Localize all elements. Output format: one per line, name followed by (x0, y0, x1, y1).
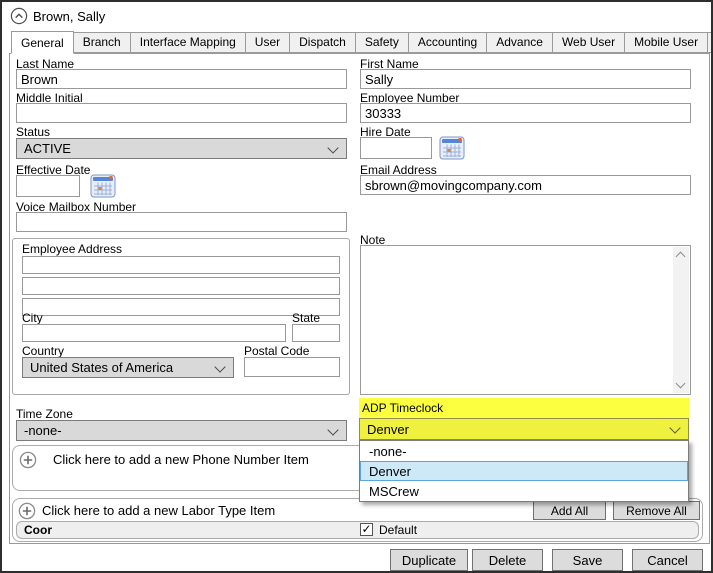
adp-timeclock-label: ADP Timeclock (362, 401, 444, 415)
country-dropdown[interactable]: United States of America (22, 357, 234, 378)
chevron-down-icon (327, 423, 339, 436)
employee-number-input[interactable] (360, 103, 691, 123)
postal-code-label: Postal Code (244, 344, 310, 358)
tab-general[interactable]: General (11, 31, 74, 54)
adp-timeclock-value: Denver (367, 421, 409, 437)
status-label: Status (16, 125, 51, 139)
employee-window: Brown, Sally General Branch Interface Ma… (0, 0, 713, 573)
first-name-input[interactable] (360, 69, 691, 89)
tab-advance[interactable]: Advance (487, 32, 553, 53)
default-checkbox[interactable]: ✓ (360, 523, 373, 536)
remove-all-button[interactable]: Remove All (613, 501, 700, 520)
labor-type-row[interactable] (16, 521, 699, 539)
tab-mobile-user[interactable]: Mobile User (625, 32, 709, 53)
note-textarea[interactable] (360, 245, 691, 395)
city-label: City (22, 311, 43, 325)
address-line2-input[interactable] (22, 277, 340, 295)
tab-dispatch[interactable]: Dispatch (290, 32, 356, 53)
adp-timeclock-dropdown[interactable]: Denver (359, 418, 689, 440)
add-labor-type-label[interactable]: Click here to add a new Labor Type Item (42, 503, 275, 518)
time-zone-label: Time Zone (16, 407, 73, 421)
hire-date-calendar-icon[interactable] (439, 136, 465, 165)
scroll-down-icon[interactable] (675, 378, 686, 389)
option-denver[interactable]: Denver (360, 461, 688, 481)
option-mscrew[interactable]: MSCrew (360, 481, 688, 501)
adp-timeclock-option-list: -none- Denver MSCrew (359, 440, 689, 502)
labor-type-name: Coor (24, 523, 52, 537)
tab-user[interactable]: User (245, 32, 291, 53)
add-all-button[interactable]: Add All (533, 501, 606, 520)
scroll-up-icon[interactable] (675, 251, 686, 262)
time-zone-value: -none- (24, 423, 62, 438)
tab-documents[interactable]: Documents (708, 32, 711, 53)
window-title: Brown, Sally (33, 9, 106, 24)
address-line1-input[interactable] (22, 256, 340, 274)
plus-icon (19, 451, 37, 474)
chevron-down-icon (327, 141, 339, 154)
tab-interface-mapping[interactable]: Interface Mapping (130, 32, 246, 53)
delete-button[interactable]: Delete (472, 549, 543, 571)
state-label: State (292, 311, 321, 325)
option-none[interactable]: -none- (360, 441, 688, 461)
tab-safety[interactable]: Safety (355, 32, 409, 53)
country-value: United States of America (30, 360, 174, 375)
time-zone-dropdown[interactable]: -none- (16, 420, 347, 441)
city-input[interactable] (22, 324, 286, 342)
add-phone-number-label: Click here to add a new Phone Number Ite… (53, 452, 309, 467)
tab-accounting[interactable]: Accounting (408, 32, 488, 53)
cancel-button[interactable]: Cancel (632, 549, 703, 571)
last-name-input[interactable] (16, 69, 347, 89)
employee-address-label: Employee Address (22, 242, 123, 256)
hire-date-input[interactable] (360, 137, 432, 159)
duplicate-button[interactable]: Duplicate (390, 549, 468, 571)
tab-web-user[interactable]: Web User (552, 32, 626, 53)
country-label: Country (22, 344, 65, 358)
middle-initial-input[interactable] (16, 103, 347, 123)
effective-date-calendar-icon[interactable] (90, 174, 116, 203)
default-checkbox-label: Default (379, 523, 418, 537)
tab-branch[interactable]: Branch (73, 32, 131, 53)
chevron-down-icon (214, 360, 226, 373)
voice-mailbox-input[interactable] (16, 212, 347, 232)
status-dropdown[interactable]: ACTIVE (16, 138, 347, 159)
tab-strip: General Branch Interface Mapping User Di… (11, 31, 711, 54)
chevron-down-icon (669, 422, 681, 434)
status-value: ACTIVE (24, 141, 71, 156)
state-input[interactable] (292, 324, 340, 342)
postal-code-input[interactable] (244, 357, 340, 377)
effective-date-input[interactable] (16, 175, 80, 197)
note-scrollbar[interactable] (673, 247, 689, 393)
email-address-input[interactable] (360, 175, 691, 195)
collapse-panel-icon[interactable] (10, 7, 28, 30)
save-button[interactable]: Save (552, 549, 623, 571)
